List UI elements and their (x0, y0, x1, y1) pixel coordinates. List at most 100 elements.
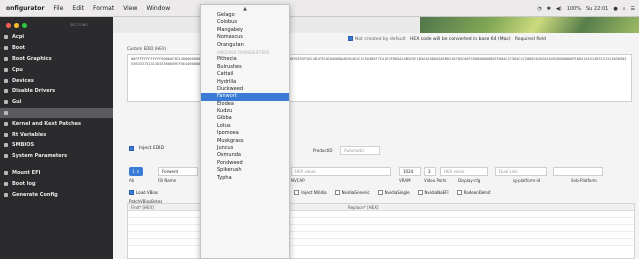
sidebar-item-acpi[interactable]: Acpi (0, 32, 113, 43)
inject-edid-checkbox[interactable] (129, 146, 134, 151)
dropdown-item[interactable]: Ipomoea (201, 130, 289, 137)
sidebar-item-label: Acpi (12, 34, 25, 41)
dropdown-section-header: AMD5000 FRAMEBUFFERS (217, 49, 270, 55)
bluetooth-icon[interactable]: ✱ (547, 6, 551, 12)
dropdown-item[interactable]: Spikerush (201, 167, 289, 174)
sidebar-item-devices[interactable]: Devices (0, 75, 113, 86)
sidebar-item-kernel-kext-patches[interactable]: Kernel and Kext Patches (0, 118, 113, 129)
dropdown-item[interactable]: Colobus (201, 19, 289, 26)
inject-edid-label: Inject EDID (139, 146, 164, 151)
menu-file[interactable]: File (53, 5, 63, 12)
menu-view[interactable]: View (123, 5, 137, 12)
dropdown-item[interactable]: Osmunda (201, 152, 289, 159)
dropdown-item[interactable]: Gibba (201, 115, 289, 122)
nvidia-no-efi-label: NvidiaNoEFI (424, 190, 449, 195)
inject-options-row: Load VBios Inject ATI Inject NVidia Nvid… (129, 190, 491, 195)
dropdown-item[interactable]: Typha (201, 175, 289, 182)
sidebar-section-label: SECTIONS (70, 23, 88, 27)
mount-efi-icon (4, 170, 8, 175)
vram-field[interactable]: 1024 (399, 167, 421, 176)
close-button[interactable] (6, 23, 11, 28)
hex-warning: HEX code will be converted in base 64 (M… (409, 37, 511, 42)
volume-icon[interactable]: ◀) (556, 6, 562, 12)
dropdown-item[interactable]: Cattail (201, 71, 289, 78)
sidebar-item-label: Kernel and Kext Patches (12, 120, 82, 127)
rt-variables-icon (4, 132, 8, 137)
sidebar-item-system-parameters[interactable]: System Parameters (0, 151, 113, 162)
tool-generate-config[interactable]: Generate Config (0, 189, 113, 200)
menu-edit[interactable]: Edit (72, 5, 84, 12)
replace-column-header: Replace* [HEX] (348, 204, 379, 210)
not-created-label: Not created by default (355, 37, 406, 42)
minimize-button[interactable] (14, 23, 19, 28)
sidebar-item-boot-graphics[interactable]: Boot Graphics (0, 54, 113, 65)
graphics-icon (4, 110, 8, 115)
snb-platform-field[interactable] (553, 167, 603, 176)
not-created-checkbox[interactable] (348, 36, 353, 41)
required-note: Required field (514, 37, 547, 42)
sidebar-item-smbios[interactable]: SMBIOS (0, 140, 113, 151)
clock[interactable]: Su 22:01 (586, 6, 608, 12)
battery-percent[interactable]: 100% (567, 6, 581, 12)
sidebar-item-label: System Parameters (12, 153, 68, 160)
dropdown-item[interactable]: Mangabey (201, 27, 289, 34)
inject-nvidia-checkbox[interactable] (294, 190, 300, 195)
tool-boot-log[interactable]: Boot log (0, 178, 113, 189)
nvcap-field[interactable]: HEX value (291, 167, 391, 176)
zoom-button[interactable] (22, 23, 27, 28)
dropdown-item[interactable]: Nomascus (201, 34, 289, 41)
menu-format[interactable]: Format (93, 5, 114, 12)
dropdown-item[interactable]: Orangutan (201, 42, 289, 49)
display-cfg-label: Display-cfg (458, 178, 481, 183)
sidebar: SECTIONS Acpi Boot Boot Graphics Cpu Dev… (0, 17, 113, 259)
sidebar-item-label: Cpu (12, 66, 23, 73)
dropdown-item[interactable]: Duckweed (201, 86, 289, 93)
nvidia-generic-checkbox[interactable] (334, 190, 340, 195)
ig-platform-field[interactable]: Dual Link (495, 167, 547, 176)
menu-window[interactable]: Window (146, 5, 170, 12)
product-id-field[interactable]: Automatic (340, 146, 380, 155)
dropdown-item[interactable]: Elodea (201, 101, 289, 108)
graphics-stepper[interactable]: 1 ⇕ (129, 167, 143, 176)
tool-mount-efi[interactable]: Mount EFI (0, 168, 113, 179)
load-vbios-checkbox[interactable] (129, 190, 134, 195)
dropdown-item[interactable]: Kudzu (201, 108, 289, 115)
user-icon[interactable]: ● (613, 6, 617, 12)
sidebar-item-boot[interactable]: Boot (0, 43, 113, 54)
scroll-up-icon[interactable]: ▲ (201, 5, 289, 12)
framebuffer-dropdown-menu[interactable]: ▲ Gelago Colobus Mangabey Nomascus Orangutan… (200, 4, 290, 259)
nvidia-no-efi-checkbox[interactable] (417, 190, 423, 195)
dropdown-item[interactable]: Gelago (201, 12, 289, 19)
nvidia-single-checkbox[interactable] (377, 190, 383, 195)
radeon-de-init-checkbox[interactable] (456, 190, 462, 195)
sidebar-item-graphics[interactable] (0, 107, 113, 119)
inject-nvidia-label: Inject NVidia (301, 190, 327, 195)
app-menu[interactable]: onfigurator (6, 5, 44, 12)
disable-drivers-icon (4, 89, 8, 94)
dropdown-item[interactable]: Pithecia (201, 56, 289, 63)
nvidia-generic-label: NvidiaGeneric (341, 190, 370, 195)
sidebar-item-disable-drivers[interactable]: Disable Drivers (0, 86, 113, 97)
tool-label: Boot log (12, 180, 36, 187)
menu-list-icon[interactable]: ☰ (631, 6, 635, 12)
dropdown-item[interactable]: Hydrilla (201, 79, 289, 86)
nvcap-label: NVCAP (291, 178, 305, 183)
generate-config-icon (4, 192, 8, 197)
dropdown-item[interactable]: Bulrushes (201, 64, 289, 71)
video-ports-field[interactable]: 3 (424, 167, 436, 176)
wifi-icon[interactable]: ◔ (537, 6, 541, 12)
custom-edid-label: Custom EDID (HEX) (127, 46, 167, 51)
sidebar-item-rt-variables[interactable]: Rt Variables (0, 129, 113, 140)
sidebar-item-cpu[interactable]: Cpu (0, 64, 113, 75)
dropdown-item[interactable]: Fanwort (201, 93, 289, 101)
tool-label: Mount EFI (12, 169, 41, 176)
display-cfg-field[interactable]: HEX value (440, 167, 488, 176)
search-icon[interactable]: ⌕ (623, 6, 626, 12)
dropdown-item[interactable]: Pondweed (201, 160, 289, 167)
dropdown-item[interactable]: Lotus (201, 123, 289, 130)
fb-name-field[interactable]: Forwent (158, 167, 198, 176)
dropdown-item[interactable]: Juncus (201, 145, 289, 152)
sidebar-item-label: Gui (12, 99, 22, 106)
sidebar-item-gui[interactable]: Gui (0, 97, 113, 108)
dropdown-item[interactable]: Muskgrass (201, 138, 289, 145)
